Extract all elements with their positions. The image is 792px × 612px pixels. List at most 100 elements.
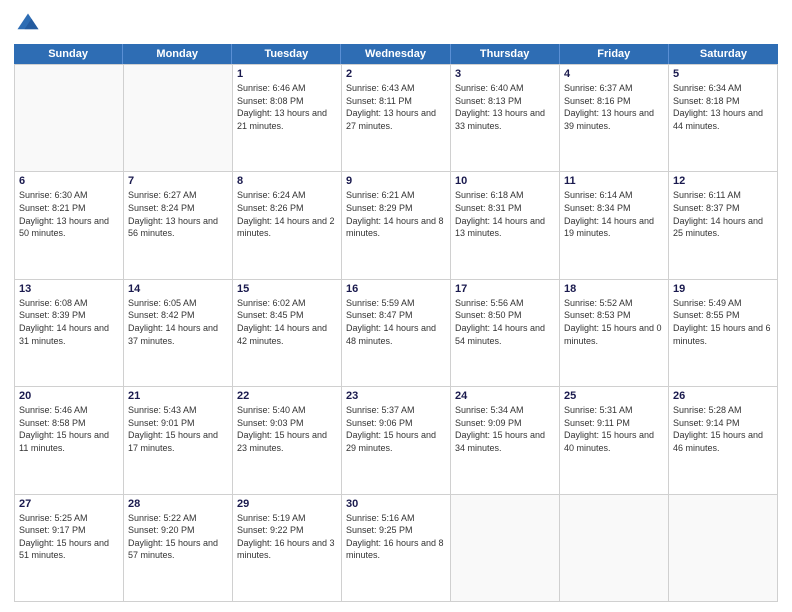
day-info: Sunrise: 6:21 AM Sunset: 8:29 PM Dayligh… [346, 189, 446, 239]
day-cell-25: 25 Sunrise: 5:31 AM Sunset: 9:11 PM Dayli… [560, 387, 669, 494]
day-cell-22: 22 Sunrise: 5:40 AM Sunset: 9:03 PM Dayli… [233, 387, 342, 494]
day-info: Sunrise: 6:27 AM Sunset: 8:24 PM Dayligh… [128, 189, 228, 239]
day-number: 1 [237, 68, 337, 80]
day-cell-18: 18 Sunrise: 5:52 AM Sunset: 8:53 PM Dayli… [560, 280, 669, 387]
day-info: Sunrise: 6:14 AM Sunset: 8:34 PM Dayligh… [564, 189, 664, 239]
header-day-thursday: Thursday [451, 44, 560, 64]
empty-cell [560, 495, 669, 602]
day-cell-29: 29 Sunrise: 5:19 AM Sunset: 9:22 PM Dayli… [233, 495, 342, 602]
day-info: Sunrise: 6:11 AM Sunset: 8:37 PM Dayligh… [673, 189, 773, 239]
day-number: 28 [128, 498, 228, 510]
header-day-wednesday: Wednesday [341, 44, 450, 64]
day-number: 4 [564, 68, 664, 80]
day-info: Sunrise: 5:28 AM Sunset: 9:14 PM Dayligh… [673, 404, 773, 454]
calendar: SundayMondayTuesdayWednesdayThursdayFrid… [14, 44, 778, 602]
logo [14, 10, 46, 38]
day-cell-11: 11 Sunrise: 6:14 AM Sunset: 8:34 PM Dayli… [560, 172, 669, 279]
day-cell-27: 27Sunrise: 5:25 AM Sunset: 9:17 PM Dayli… [15, 495, 124, 602]
day-cell-16: 16 Sunrise: 5:59 AM Sunset: 8:47 PM Dayli… [342, 280, 451, 387]
day-info: Sunrise: 5:25 AM Sunset: 9:17 PM Dayligh… [19, 512, 119, 562]
day-number: 19 [673, 283, 773, 295]
day-info: Sunrise: 5:49 AM Sunset: 8:55 PM Dayligh… [673, 297, 773, 347]
day-cell-4: 4 Sunrise: 6:37 AM Sunset: 8:16 PM Daylig… [560, 65, 669, 172]
day-number: 22 [237, 390, 337, 402]
day-info: Sunrise: 6:46 AM Sunset: 8:08 PM Dayligh… [237, 82, 337, 132]
calendar-header: SundayMondayTuesdayWednesdayThursdayFrid… [14, 44, 778, 64]
day-cell-26: 26 Sunrise: 5:28 AM Sunset: 9:14 PM Dayli… [669, 387, 778, 494]
day-number: 18 [564, 283, 664, 295]
day-cell-15: 15 Sunrise: 6:02 AM Sunset: 8:45 PM Dayli… [233, 280, 342, 387]
day-cell-20: 20 Sunrise: 5:46 AM Sunset: 8:58 PM Dayli… [15, 387, 124, 494]
day-cell-21: 21Sunrise: 5:43 AM Sunset: 9:01 PM Dayli… [124, 387, 233, 494]
day-number: 17 [455, 283, 555, 295]
day-info: Sunrise: 6:24 AM Sunset: 8:26 PM Dayligh… [237, 189, 337, 239]
day-info: Sunrise: 5:16 AM Sunset: 9:25 PM Dayligh… [346, 512, 446, 562]
day-number: 8 [237, 175, 337, 187]
day-info: Sunrise: 5:19 AM Sunset: 9:22 PM Dayligh… [237, 512, 337, 562]
day-info: Sunrise: 5:52 AM Sunset: 8:53 PM Dayligh… [564, 297, 664, 347]
day-cell-23: 23 Sunrise: 5:37 AM Sunset: 9:06 PM Dayli… [342, 387, 451, 494]
day-number: 26 [673, 390, 773, 402]
day-cell-10: 10Sunrise: 6:18 AM Sunset: 8:31 PM Dayli… [451, 172, 560, 279]
day-number: 15 [237, 283, 337, 295]
day-number: 23 [346, 390, 446, 402]
day-info: Sunrise: 6:02 AM Sunset: 8:45 PM Dayligh… [237, 297, 337, 347]
day-number: 30 [346, 498, 446, 510]
day-number: 12 [673, 175, 773, 187]
day-cell-6: 6 Sunrise: 6:30 AM Sunset: 8:21 PM Daylig… [15, 172, 124, 279]
empty-cell [451, 495, 560, 602]
day-info: Sunrise: 5:22 AM Sunset: 9:20 PM Dayligh… [128, 512, 228, 562]
day-cell-12: 12 Sunrise: 6:11 AM Sunset: 8:37 PM Dayli… [669, 172, 778, 279]
day-info: Sunrise: 6:40 AM Sunset: 8:13 PM Dayligh… [455, 82, 555, 132]
day-cell-1: 1 Sunrise: 6:46 AM Sunset: 8:08 PM Daylig… [233, 65, 342, 172]
day-number: 3 [455, 68, 555, 80]
day-cell-5: 5 Sunrise: 6:34 AM Sunset: 8:18 PM Daylig… [669, 65, 778, 172]
day-number: 13 [19, 283, 119, 295]
header-day-sunday: Sunday [14, 44, 123, 64]
header-day-monday: Monday [123, 44, 232, 64]
day-number: 20 [19, 390, 119, 402]
day-number: 14 [128, 283, 228, 295]
day-info: Sunrise: 5:43 AM Sunset: 9:01 PM Dayligh… [128, 404, 228, 454]
day-cell-24: 24Sunrise: 5:34 AM Sunset: 9:09 PM Dayli… [451, 387, 560, 494]
day-number: 6 [19, 175, 119, 187]
day-cell-17: 17Sunrise: 5:56 AM Sunset: 8:50 PM Dayli… [451, 280, 560, 387]
day-info: Sunrise: 6:05 AM Sunset: 8:42 PM Dayligh… [128, 297, 228, 347]
day-cell-30: 30 Sunrise: 5:16 AM Sunset: 9:25 PM Dayli… [342, 495, 451, 602]
empty-cell [124, 65, 233, 172]
header-day-friday: Friday [560, 44, 669, 64]
day-info: Sunrise: 5:46 AM Sunset: 8:58 PM Dayligh… [19, 404, 119, 454]
calendar-body: 1 Sunrise: 6:46 AM Sunset: 8:08 PM Daylig… [14, 64, 778, 602]
day-info: Sunrise: 6:30 AM Sunset: 8:21 PM Dayligh… [19, 189, 119, 239]
day-number: 2 [346, 68, 446, 80]
day-number: 25 [564, 390, 664, 402]
day-number: 7 [128, 175, 228, 187]
day-info: Sunrise: 5:59 AM Sunset: 8:47 PM Dayligh… [346, 297, 446, 347]
day-info: Sunrise: 5:31 AM Sunset: 9:11 PM Dayligh… [564, 404, 664, 454]
day-number: 10 [455, 175, 555, 187]
empty-cell [669, 495, 778, 602]
day-info: Sunrise: 5:40 AM Sunset: 9:03 PM Dayligh… [237, 404, 337, 454]
day-info: Sunrise: 6:37 AM Sunset: 8:16 PM Dayligh… [564, 82, 664, 132]
day-number: 9 [346, 175, 446, 187]
day-number: 5 [673, 68, 773, 80]
logo-icon [14, 10, 42, 38]
day-cell-19: 19 Sunrise: 5:49 AM Sunset: 8:55 PM Dayli… [669, 280, 778, 387]
day-number: 11 [564, 175, 664, 187]
day-cell-2: 2 Sunrise: 6:43 AM Sunset: 8:11 PM Daylig… [342, 65, 451, 172]
day-number: 29 [237, 498, 337, 510]
day-info: Sunrise: 5:37 AM Sunset: 9:06 PM Dayligh… [346, 404, 446, 454]
day-cell-9: 9 Sunrise: 6:21 AM Sunset: 8:29 PM Daylig… [342, 172, 451, 279]
day-cell-3: 3 Sunrise: 6:40 AM Sunset: 8:13 PM Daylig… [451, 65, 560, 172]
day-info: Sunrise: 5:34 AM Sunset: 9:09 PM Dayligh… [455, 404, 555, 454]
day-info: Sunrise: 6:34 AM Sunset: 8:18 PM Dayligh… [673, 82, 773, 132]
day-info: Sunrise: 6:08 AM Sunset: 8:39 PM Dayligh… [19, 297, 119, 347]
header-day-saturday: Saturday [669, 44, 778, 64]
empty-cell [15, 65, 124, 172]
day-cell-13: 13 Sunrise: 6:08 AM Sunset: 8:39 PM Dayli… [15, 280, 124, 387]
day-cell-28: 28 Sunrise: 5:22 AM Sunset: 9:20 PM Dayli… [124, 495, 233, 602]
day-number: 16 [346, 283, 446, 295]
day-cell-14: 14 Sunrise: 6:05 AM Sunset: 8:42 PM Dayli… [124, 280, 233, 387]
day-cell-8: 8 Sunrise: 6:24 AM Sunset: 8:26 PM Daylig… [233, 172, 342, 279]
day-info: Sunrise: 6:43 AM Sunset: 8:11 PM Dayligh… [346, 82, 446, 132]
